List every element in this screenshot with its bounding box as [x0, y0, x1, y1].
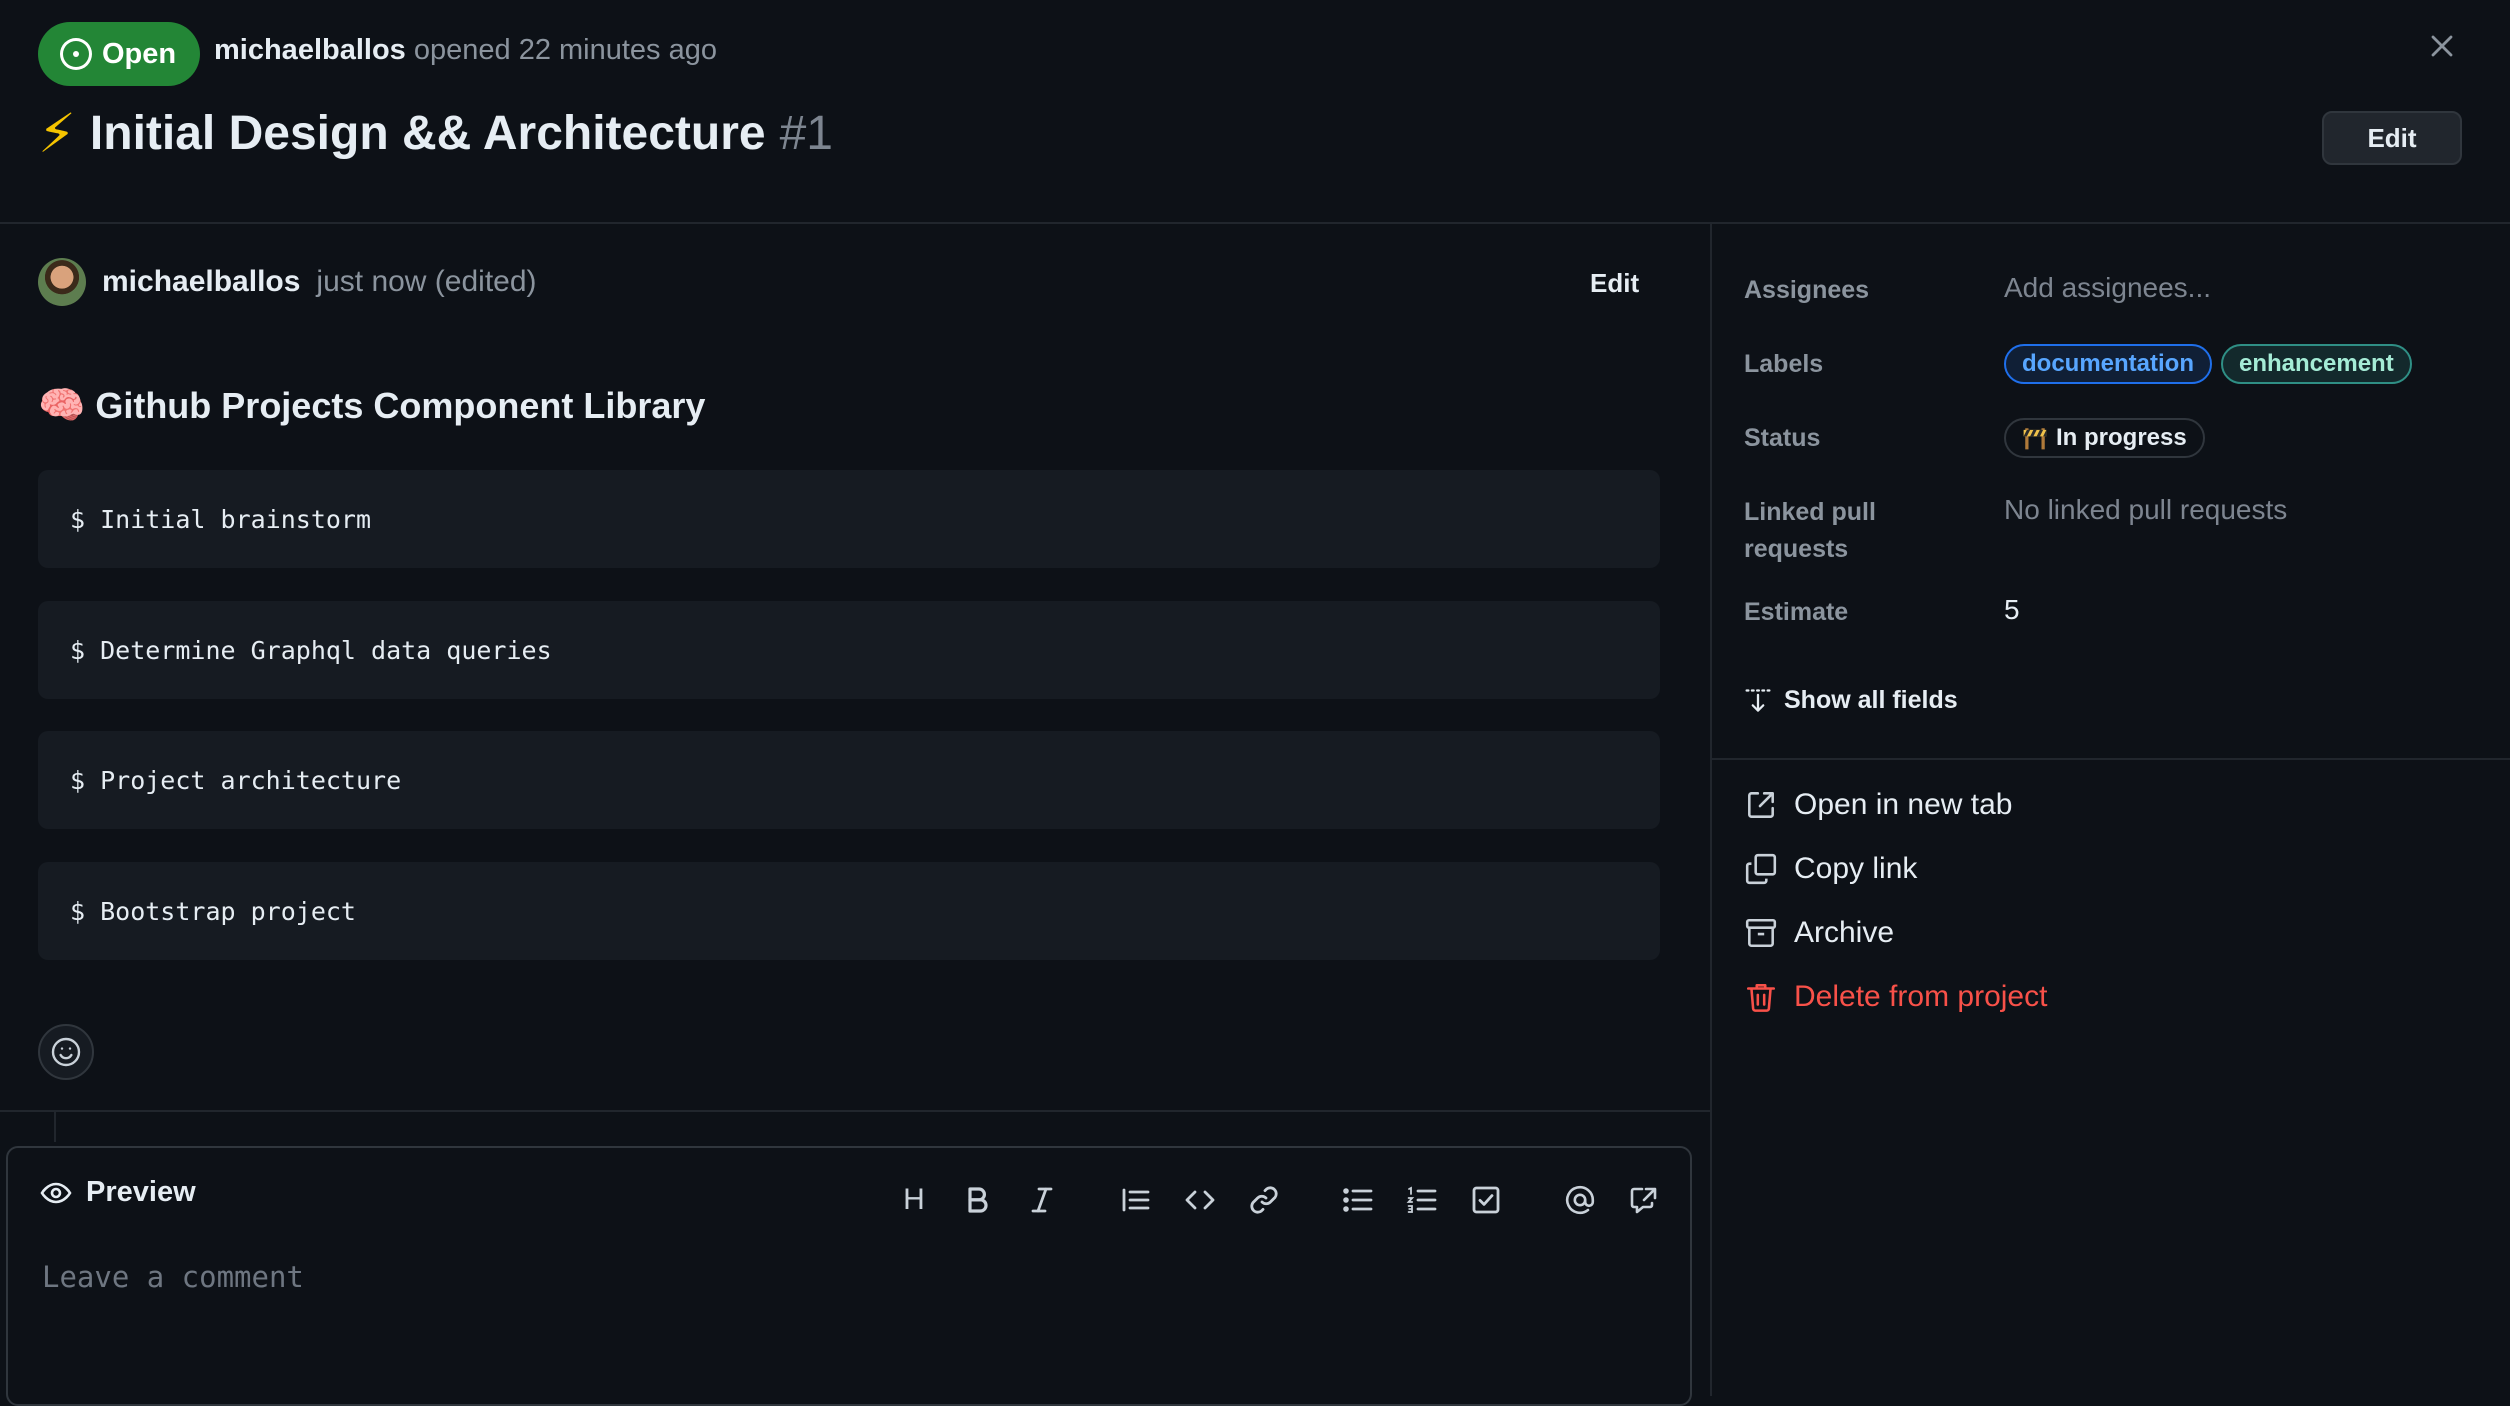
trash-icon: [1746, 984, 1776, 1012]
issue-number: #1: [779, 107, 833, 160]
link-icon: [1250, 1186, 1278, 1214]
show-all-fields-button[interactable]: Show all fields: [1744, 686, 1958, 715]
edit-comment-button[interactable]: Edit: [1590, 268, 1639, 299]
code-button[interactable]: [1178, 1178, 1222, 1222]
archive-icon: [1745, 918, 1777, 948]
construction-icon: [2023, 428, 2047, 450]
comment-author-link[interactable]: michaelballos: [102, 265, 300, 299]
label-documentation[interactable]: documentation: [2004, 344, 2212, 384]
heading-icon: H: [903, 1183, 925, 1216]
numbered-list-button[interactable]: [1400, 1178, 1444, 1222]
unfold-down-icon: [1745, 688, 1771, 712]
linked-pr-value: No linked pull requests: [2004, 494, 2288, 525]
add-reaction-button[interactable]: [38, 1024, 94, 1080]
delete-from-project-label: Delete from project: [1794, 980, 2048, 1013]
label-enhancement[interactable]: enhancement: [2221, 344, 2412, 384]
archive-action[interactable]: Archive: [1744, 916, 1894, 950]
issue-author-link[interactable]: michaelballos: [214, 34, 406, 66]
reference-button[interactable]: [1622, 1178, 1666, 1222]
link-button[interactable]: [1242, 1178, 1286, 1222]
code-block: $ Determine Graphql data queries: [38, 601, 1660, 699]
italic-icon: [1031, 1187, 1053, 1213]
linked-pr-label: Linked pull requests: [1744, 494, 1876, 568]
numbered-list-icon: [1406, 1186, 1437, 1213]
estimate-label: Estimate: [1744, 598, 1849, 626]
estimate-field[interactable]: 5: [2004, 594, 2020, 626]
timeline-line: [54, 1112, 56, 1142]
issue-open-icon: [60, 38, 92, 70]
divider: [0, 1110, 1710, 1112]
markdown-toolbar: H: [8, 1172, 1690, 1228]
mention-button[interactable]: [1558, 1178, 1602, 1222]
open-new-tab-label: Open in new tab: [1794, 788, 2013, 821]
bullet-list-icon: [1343, 1188, 1373, 1212]
heading-button[interactable]: H: [892, 1178, 936, 1222]
status-value: In progress: [2056, 424, 2187, 451]
task-list-button[interactable]: [1464, 1178, 1508, 1222]
edit-title-button[interactable]: Edit: [2322, 111, 2462, 165]
comment-heading-text: Github Projects Component Library: [95, 385, 706, 426]
opened-time: opened 22 minutes ago: [413, 34, 718, 66]
brain-emoji: 🧠: [38, 385, 86, 427]
linked-pr-label-line1: Linked pull: [1744, 498, 1876, 526]
italic-button[interactable]: [1020, 1178, 1064, 1222]
external-link-icon: [1748, 792, 1774, 818]
avatar[interactable]: [38, 258, 86, 306]
issue-title-row: ⚡ Initial Design && Architecture #1: [38, 106, 833, 161]
comment-timestamp[interactable]: just now (edited): [316, 265, 536, 299]
bold-icon: [968, 1187, 988, 1213]
divider: [1712, 758, 2510, 760]
assignees-label: Assignees: [1744, 276, 1870, 304]
open-new-tab-action[interactable]: Open in new tab: [1744, 788, 2012, 822]
issue-title: Initial Design && Architecture: [89, 107, 766, 160]
labels-label: Labels: [1744, 350, 1824, 378]
issue-header: Open michaelballos opened 22 minutes ago…: [0, 0, 2510, 224]
status-label: Status: [1744, 424, 1821, 452]
show-all-fields-label: Show all fields: [1784, 686, 1958, 714]
comment-input[interactable]: Leave a comment: [42, 1260, 304, 1294]
open-state-badge: Open: [38, 22, 201, 86]
archive-label: Archive: [1794, 916, 1895, 949]
quote-button[interactable]: [1114, 1178, 1158, 1222]
code-block: $ Bootstrap project: [38, 862, 1660, 960]
task-list-icon: [1472, 1186, 1500, 1214]
copy-link-label: Copy link: [1794, 852, 1918, 885]
delete-from-project-action[interactable]: Delete from project: [1744, 980, 2047, 1014]
cross-reference-icon: [1630, 1187, 1657, 1214]
status-field[interactable]: In progress: [2004, 418, 2205, 458]
comment-composer: Preview H Leave a comment: [6, 1146, 1692, 1406]
mention-icon: [1565, 1185, 1595, 1215]
assignees-field[interactable]: Add assignees...: [2004, 272, 2211, 304]
smiley-icon: [51, 1037, 81, 1067]
close-icon[interactable]: [2426, 30, 2458, 62]
bullet-list-button[interactable]: [1336, 1178, 1380, 1222]
copy-icon: [1745, 853, 1777, 885]
comment-heading: 🧠 Github Projects Component Library: [38, 384, 705, 428]
opened-meta: michaelballos opened 22 minutes ago: [214, 34, 717, 67]
quote-icon: [1122, 1188, 1150, 1212]
project-sidebar: Assignees Add assignees... Labels docume…: [1712, 224, 2510, 1396]
title-emoji: ⚡: [38, 103, 76, 164]
linked-pr-label-line2: requests: [1744, 535, 1849, 563]
code-block: $ Project architecture: [38, 731, 1660, 829]
state-label: Open: [102, 37, 177, 70]
copy-link-action[interactable]: Copy link: [1744, 852, 1917, 886]
code-icon: [1185, 1190, 1215, 1210]
comment-header: michaelballos just now (edited): [38, 258, 537, 306]
bold-button[interactable]: [956, 1178, 1000, 1222]
code-block: $ Initial brainstorm: [38, 470, 1660, 568]
issue-body-panel: michaelballos just now (edited) Edit 🧠 G…: [0, 224, 1710, 1406]
